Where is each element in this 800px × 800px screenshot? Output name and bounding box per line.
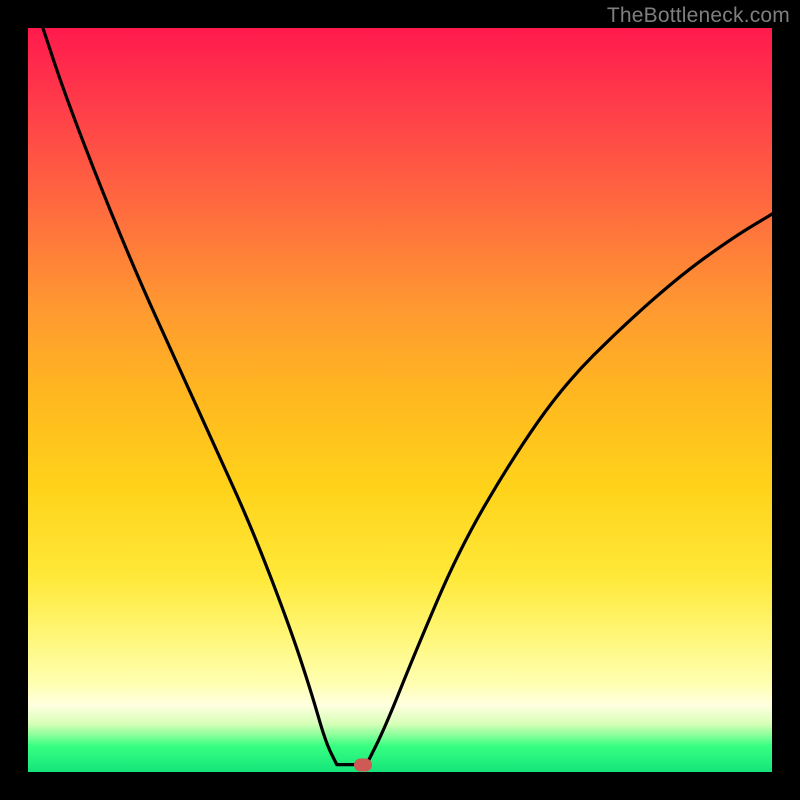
watermark-text: TheBottleneck.com [607, 4, 790, 28]
optimum-marker [354, 758, 372, 771]
bottleneck-curve [28, 28, 772, 772]
chart-frame: TheBottleneck.com [0, 0, 800, 800]
chart-plot-area [28, 28, 772, 772]
